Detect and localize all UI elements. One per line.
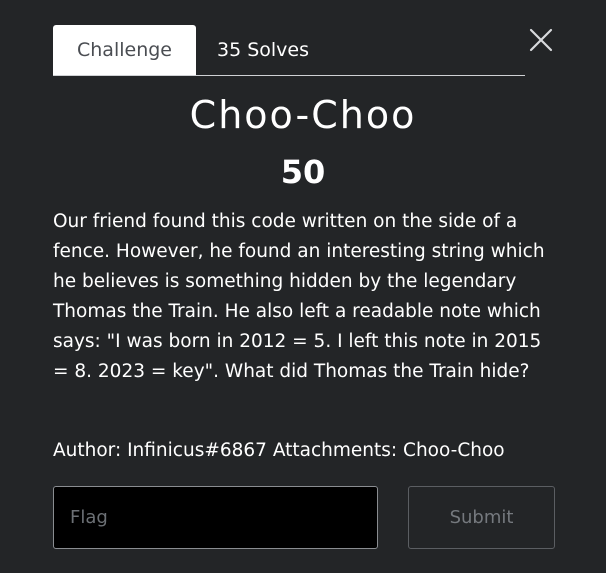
author-label: Author: — [53, 440, 122, 461]
author-name: Infinicus#6867 — [127, 440, 267, 461]
attachments-label: Attachments: — [272, 440, 398, 461]
attachment-link[interactable]: Choo-Choo — [403, 440, 505, 461]
tab-challenge[interactable]: Challenge — [53, 25, 196, 75]
close-icon — [529, 28, 553, 52]
challenge-title: Choo-Choo — [189, 93, 417, 137]
close-button[interactable] — [528, 27, 554, 53]
tab-solves[interactable]: 35 Solves — [196, 25, 309, 75]
challenge-modal: Challenge 35 Solves Choo-Choo 50 Our fri… — [0, 0, 606, 573]
flag-input[interactable] — [53, 486, 378, 549]
challenge-points: 50 — [280, 153, 326, 191]
challenge-description: Our friend found this code written on th… — [53, 211, 545, 382]
challenge-tabs: Challenge 35 Solves — [53, 25, 525, 76]
submit-button[interactable]: Submit — [408, 486, 555, 549]
challenge-meta: Author: Infinicus#6867 Attachments: Choo… — [53, 436, 563, 466]
